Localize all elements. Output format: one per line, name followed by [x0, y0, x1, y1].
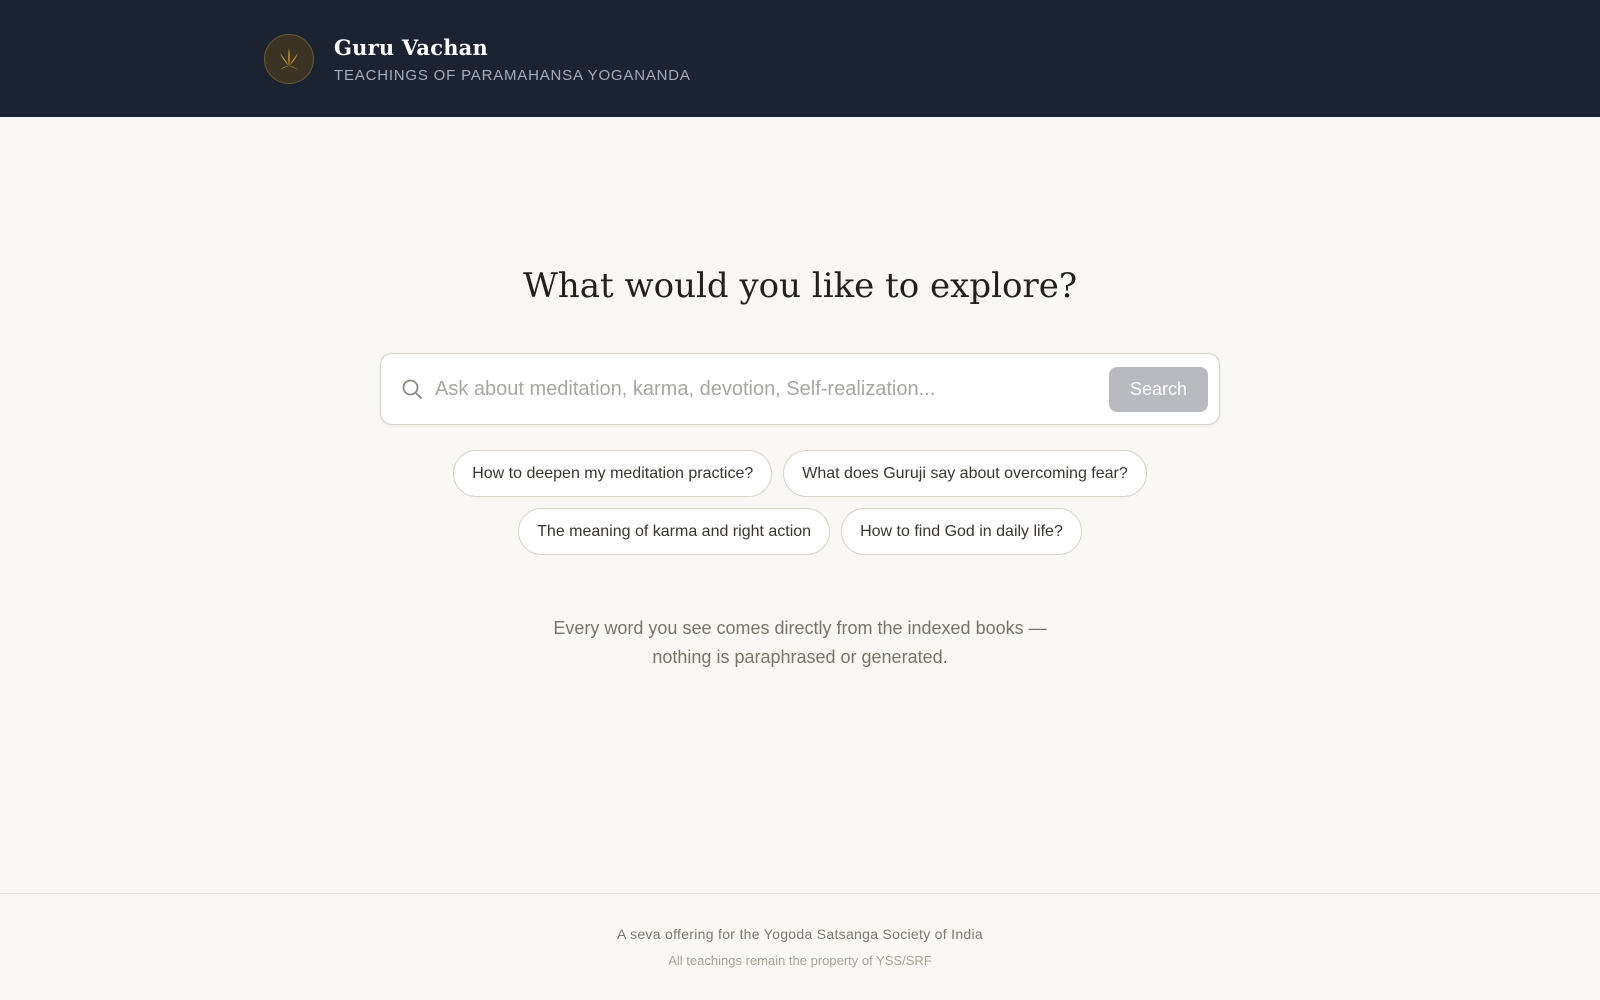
app-header: Guru Vachan TEACHINGS OF PARAMAHANSA YOG…	[0, 0, 1600, 117]
footer-offering-text: A seva offering for the Yogoda Satsanga …	[616, 926, 984, 942]
search-input[interactable]	[435, 368, 1075, 410]
search-icon	[402, 379, 422, 399]
page-title: What would you like to explore?	[522, 266, 1078, 306]
page-footer: A seva offering for the Yogoda Satsanga …	[0, 893, 1600, 1000]
suggestion-chips: How to deepen my meditation practice? Wh…	[380, 450, 1220, 555]
source-note-line1: Every word you see comes directly from t…	[553, 618, 1047, 638]
suggestion-chip-god[interactable]: How to find God in daily life?	[841, 508, 1082, 555]
suggestion-chip-fear[interactable]: What does Guruji say about overcoming fe…	[783, 450, 1147, 497]
source-note: Every word you see comes directly from t…	[0, 614, 1600, 672]
footer-copyright-text: All teachings remain the property of YSS…	[668, 953, 932, 968]
search-bar: Search	[380, 353, 1220, 425]
brand[interactable]: Guru Vachan TEACHINGS OF PARAMAHANSA YOG…	[264, 33, 691, 84]
search-button[interactable]: Search	[1109, 367, 1208, 412]
app-title: Guru Vachan	[334, 35, 488, 60]
source-note-line2: nothing is paraphrased or generated.	[652, 647, 948, 667]
lotus-icon	[264, 33, 314, 84]
app-subtitle: TEACHINGS OF PARAMAHANSA YOGANANDA	[334, 67, 691, 84]
suggestion-chip-meditation[interactable]: How to deepen my meditation practice?	[453, 450, 773, 497]
suggestion-chip-karma[interactable]: The meaning of karma and right action	[518, 508, 831, 555]
brand-text: Guru Vachan TEACHINGS OF PARAMAHANSA YOG…	[334, 35, 691, 84]
